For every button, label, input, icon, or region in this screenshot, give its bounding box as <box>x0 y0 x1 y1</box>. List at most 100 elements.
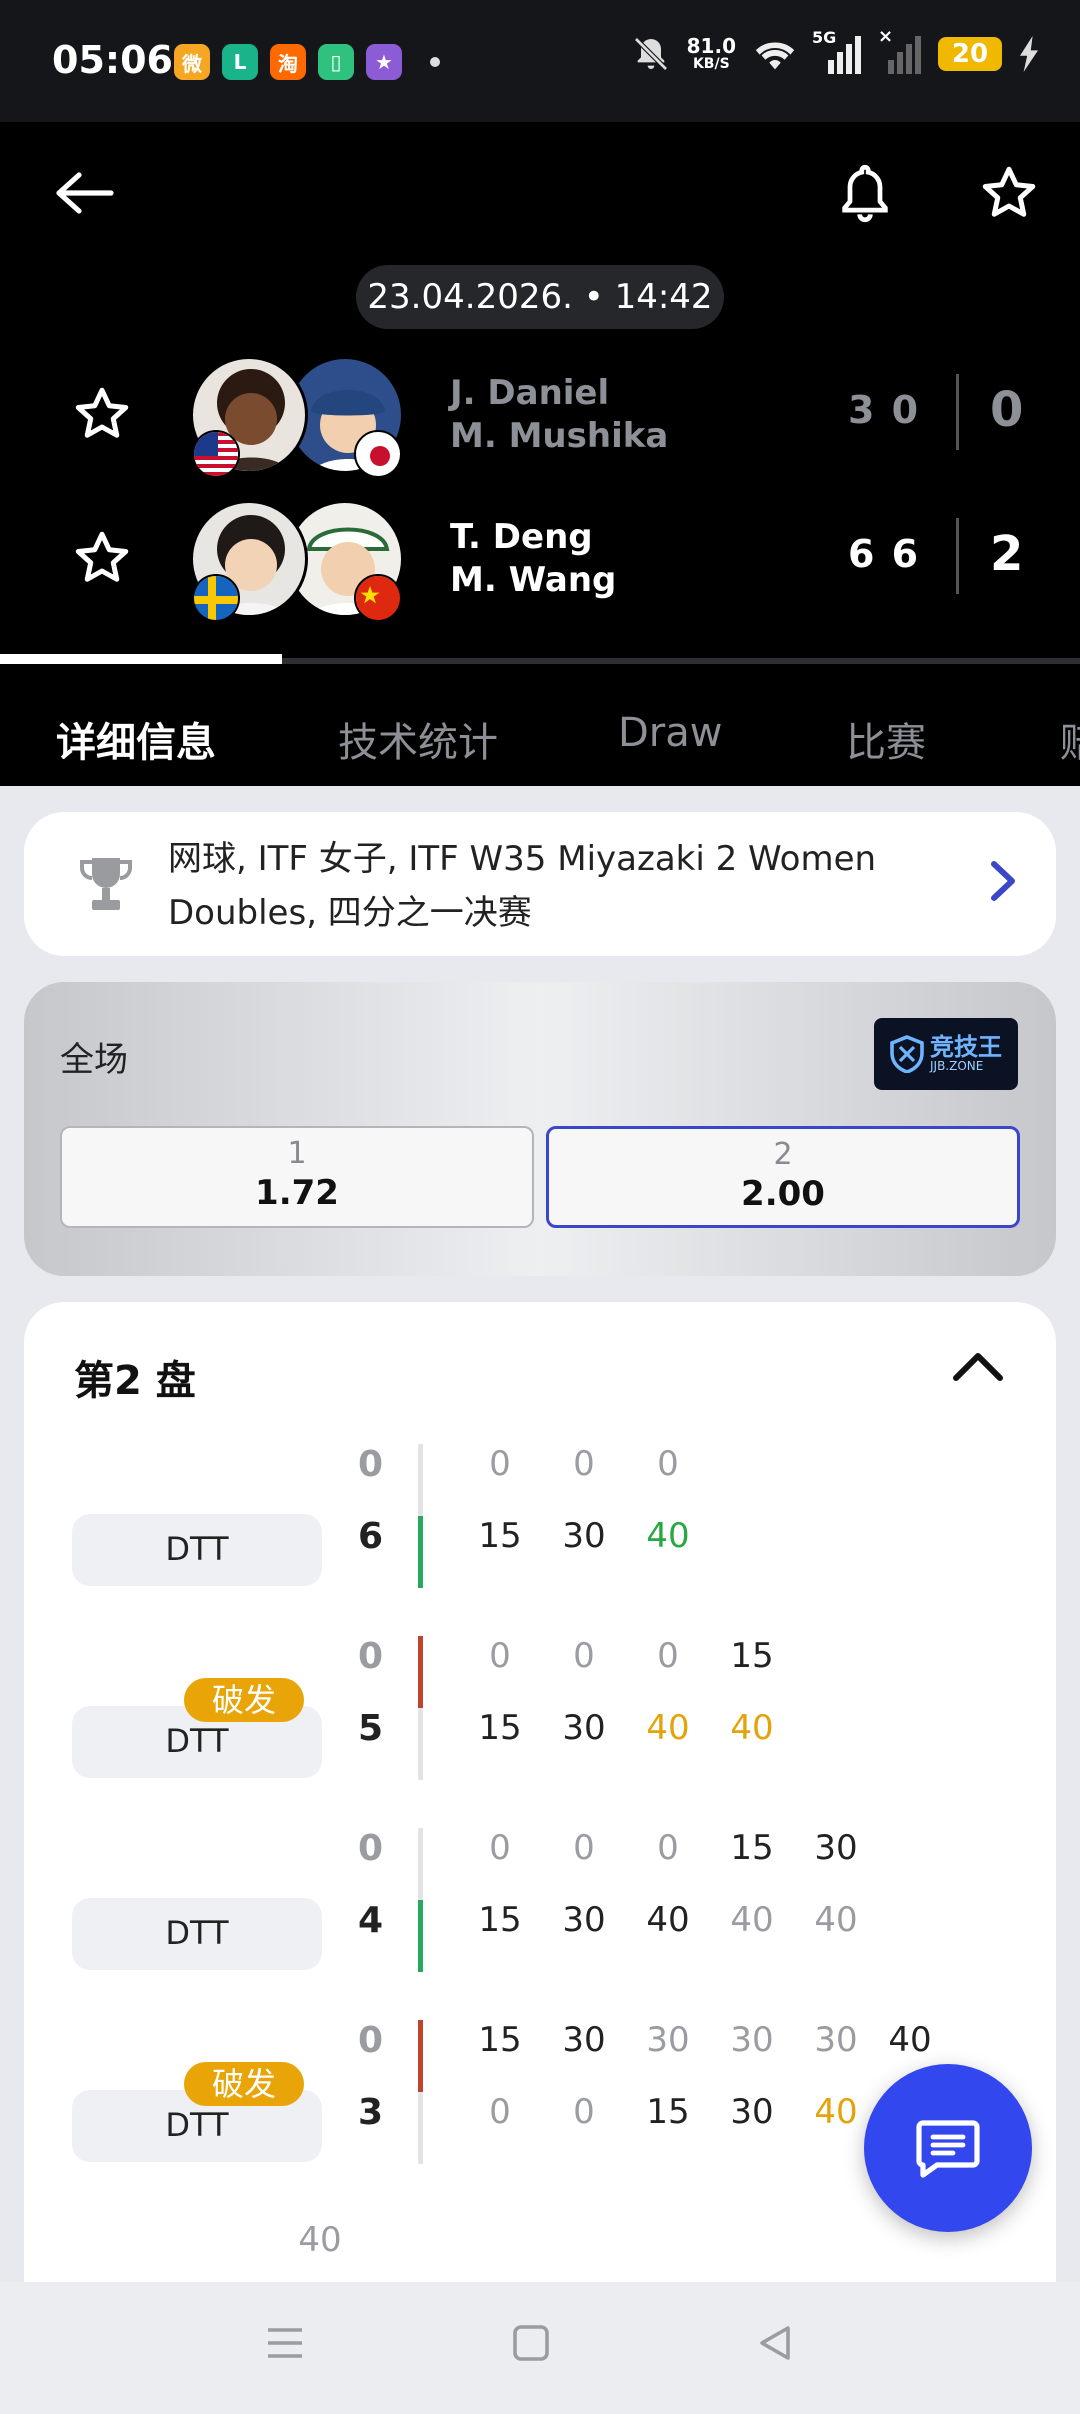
point-score: 0 <box>657 1636 679 1676</box>
game-score-team-2: 6 <box>358 1516 384 1557</box>
team-row-2: T. Deng M. Wang 6 6 2 <box>0 498 1080 622</box>
game-app-icon: ★ <box>366 44 402 80</box>
odds-card: 全场 竞技王 JJB.ZONE 1 1.72 2 2.00 <box>24 982 1056 1276</box>
chat-message-icon <box>916 2120 980 2178</box>
net-speed: 81.0 KB/S <box>686 34 736 72</box>
point-score: 0 <box>657 1828 679 1868</box>
point-score: 0 <box>573 2092 595 2132</box>
point-score: 15 <box>730 1636 774 1676</box>
bookmaker-logo[interactable]: 竞技王 JJB.ZONE <box>874 1018 1018 1090</box>
tab-statistics[interactable]: 技术统计 <box>338 710 498 768</box>
point-score: 0 <box>657 1444 679 1484</box>
tab-odds[interactable]: 赔 <box>1060 710 1080 768</box>
active-tab-indicator <box>0 654 282 664</box>
break-point-badge: 破发 <box>184 2062 304 2106</box>
team-1-set-scores: 3 0 <box>848 388 921 432</box>
team-1-names[interactable]: J. Daniel M. Mushika <box>450 372 668 458</box>
game-score-team-1: 0 <box>358 1636 384 1677</box>
battery-app-icon: ▯ <box>318 44 354 80</box>
tournament-card[interactable]: 网球, ITF 女子, ITF W35 Miyazaki 2 Women Dou… <box>24 812 1056 956</box>
game-server-label: 破发 DTT <box>72 2062 322 2162</box>
star-icon <box>75 387 129 438</box>
wifi-icon <box>755 42 795 70</box>
back-triangle-icon[interactable] <box>754 2322 796 2364</box>
point-score: 30 <box>562 1708 606 1748</box>
point-score: 0 <box>573 1444 595 1484</box>
point-score: 15 <box>646 2092 690 2132</box>
game-server-label: DTT <box>72 1514 322 1586</box>
bell-icon <box>842 164 888 223</box>
back-arrow-icon <box>56 172 114 214</box>
odds-market-title: 全场 <box>60 1040 128 1080</box>
home-square-icon[interactable] <box>510 2322 552 2364</box>
score-divider <box>956 374 959 450</box>
notification-app-icons: 微 L 淘 ▯ ★ <box>174 44 440 80</box>
game-server-label: DTT <box>72 1898 322 1970</box>
point-score: 30 <box>646 2020 690 2060</box>
game-score-team-2: 4 <box>358 1900 384 1941</box>
server-name: DTT <box>165 1914 229 1952</box>
usa-flag <box>192 430 240 478</box>
tab-baseline <box>282 658 1080 664</box>
star-icon <box>75 531 129 582</box>
point-score: 15 <box>730 1828 774 1868</box>
point-score: 30 <box>814 1828 858 1868</box>
favorite-team-2-button[interactable] <box>72 528 136 592</box>
team-2-names[interactable]: T. Deng M. Wang <box>450 516 616 602</box>
point-score: 40 <box>730 1900 774 1940</box>
cellular-signal-secondary: × <box>878 26 922 74</box>
odds-option-1[interactable]: 1 1.72 <box>60 1126 534 1228</box>
point-score: 40 <box>646 1516 690 1556</box>
more-notifications-dot <box>430 57 440 67</box>
game-winner-bar <box>418 1636 423 1780</box>
tab-matches[interactable]: 比赛 <box>846 710 926 768</box>
point-score: 0 <box>573 1828 595 1868</box>
chevron-up-icon <box>953 1353 1003 1381</box>
score-divider <box>956 518 959 594</box>
point-score: 30 <box>814 2020 858 2060</box>
point-score: 30 <box>730 2020 774 2060</box>
point-score: 40 <box>814 2092 858 2132</box>
mute-bell-icon <box>633 37 668 71</box>
status-bar: 05:06 微 L 淘 ▯ ★ 81.0 KB/S 5G × 20 <box>0 0 1080 122</box>
game-row: DTT 0 6 0 15 0 30 0 40 <box>24 1444 1056 1588</box>
collapse-set-button[interactable] <box>952 1350 1004 1386</box>
game-row: DTT 0 4 0 15 0 30 0 40 15 40 30 40 <box>24 1828 1056 1972</box>
game-winner-bar <box>418 2020 423 2164</box>
game-winner-bar <box>418 1444 423 1588</box>
set-title: 第2 盘 <box>74 1358 196 1404</box>
menu-lines-icon[interactable] <box>264 2322 306 2364</box>
shield-logo-icon <box>890 1035 924 1073</box>
notify-bell-button[interactable] <box>830 158 900 228</box>
point-score: 15 <box>478 1900 522 1940</box>
chevron-right-icon <box>991 861 1015 901</box>
favorite-match-button[interactable] <box>974 158 1044 228</box>
point-score: 0 <box>489 2092 511 2132</box>
weibo-app-icon: 微 <box>174 44 210 80</box>
favorite-team-1-button[interactable] <box>72 384 136 448</box>
point-score: 15 <box>478 2020 522 2060</box>
point-score: 40 <box>888 2020 932 2060</box>
team-row-1: J. Daniel M. Mushika 3 0 0 <box>0 354 1080 478</box>
charging-bolt-icon <box>1020 36 1038 72</box>
tab-details[interactable]: 详细信息 <box>56 710 216 768</box>
server-name: DTT <box>165 1530 229 1568</box>
sweden-flag <box>192 574 240 622</box>
point-score: 15 <box>478 1516 522 1556</box>
game-score-team-1: 0 <box>358 1828 384 1869</box>
point-score: 0 <box>489 1444 511 1484</box>
point-score: 30 <box>730 2092 774 2132</box>
team-2-set-scores: 6 6 <box>848 532 921 576</box>
match-datetime: 23.04.2026. • 14:42 <box>356 265 724 329</box>
point-score: 30 <box>562 2020 606 2060</box>
chat-fab-button[interactable] <box>864 2064 1032 2232</box>
trophy-icon <box>80 858 132 910</box>
tab-draw[interactable]: Draw <box>618 710 722 756</box>
team-1-sets-won: 0 <box>990 382 1024 438</box>
cellular-signal-5g: 5G <box>812 28 862 74</box>
player-name: M. Mushika <box>450 416 669 456</box>
odds-option-2[interactable]: 2 2.00 <box>546 1126 1020 1228</box>
match-tabs: 详细信息 技术统计 Draw 比赛 赔 <box>0 682 1080 786</box>
player-name: T. Deng <box>450 517 593 557</box>
back-button[interactable] <box>48 158 118 228</box>
